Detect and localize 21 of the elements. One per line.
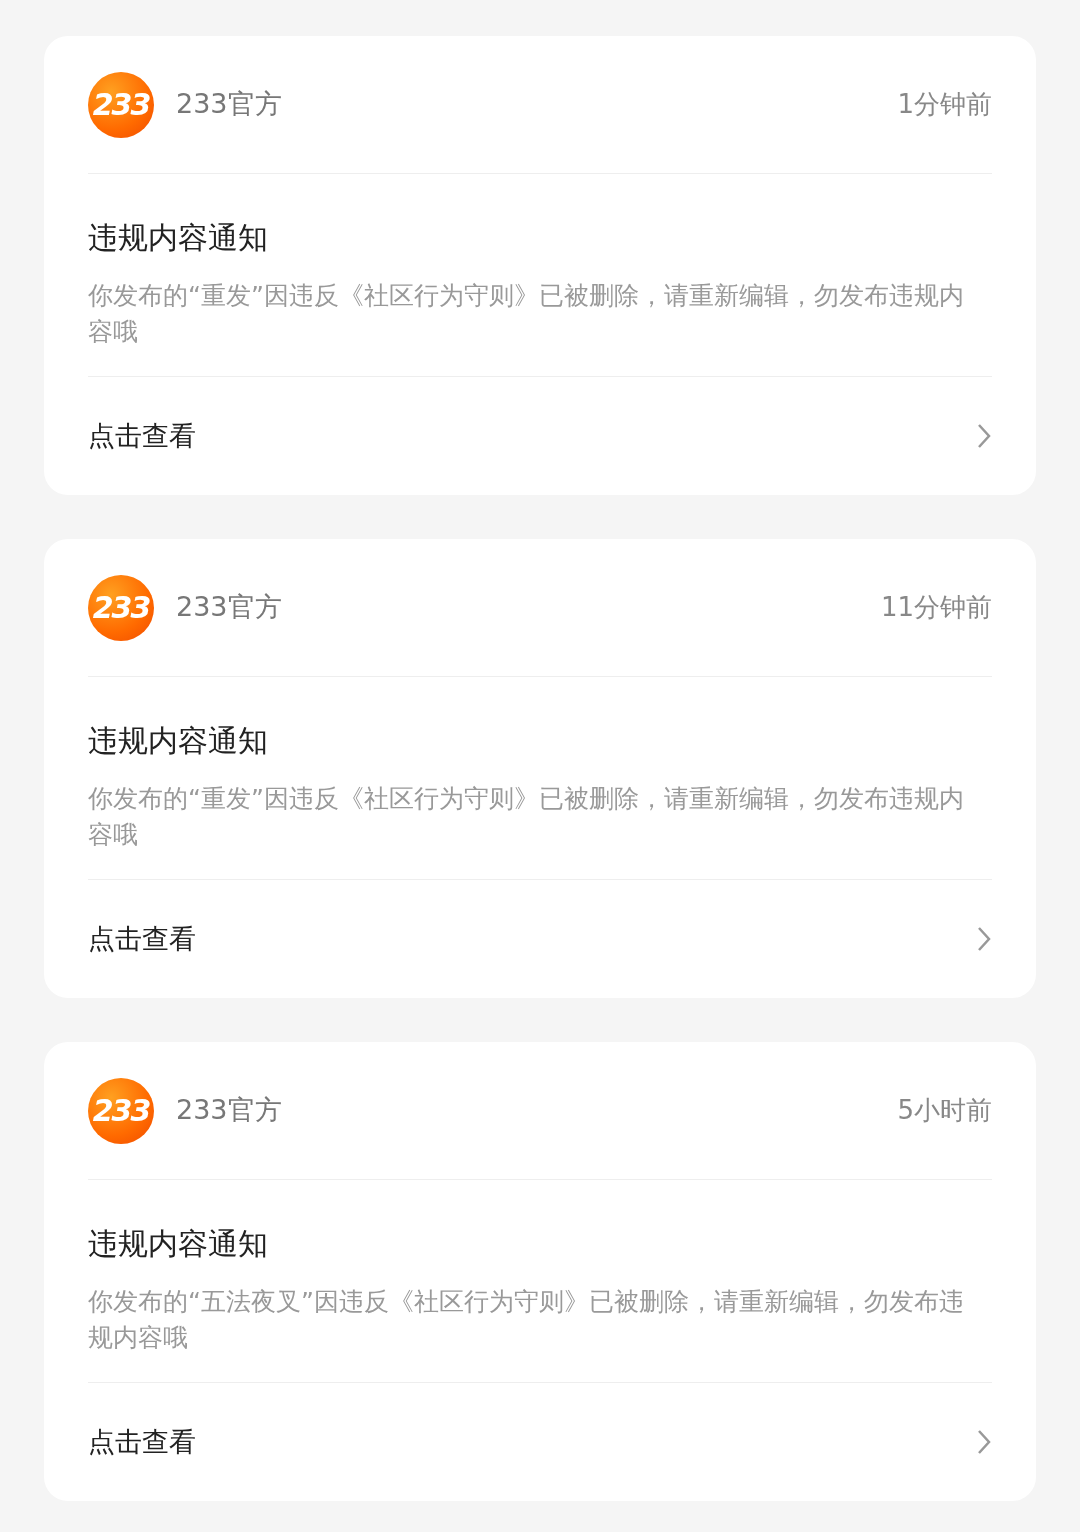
notice-title: 违规内容通知 [88, 1225, 269, 1263]
chevron-right-icon [976, 1429, 992, 1455]
notice-title: 违规内容通知 [88, 219, 269, 257]
notice-body: 你发布的“五法夜叉”因违反《社区行为守则》已被删除，请重新编辑，勿发布违规内容哦 [88, 1286, 965, 1354]
logo-icon: 233 [88, 1077, 154, 1144]
view-link[interactable]: 点击查看 [88, 377, 992, 495]
chevron-right-icon [976, 926, 992, 952]
timestamp: 1分钟前 [897, 88, 992, 121]
notice-title: 违规内容通知 [88, 722, 269, 760]
notice-body: 你发布的“重发”因违反《社区行为守则》已被删除，请重新编辑，勿发布违规内容哦 [88, 280, 965, 348]
sender-name: 233官方 [176, 87, 282, 122]
timestamp: 11分钟前 [880, 591, 992, 624]
chevron-right-icon [976, 423, 992, 449]
logo-icon: 233 [88, 574, 154, 641]
notice-body: 你发布的“重发”因违反《社区行为守则》已被删除，请重新编辑，勿发布违规内容哦 [88, 783, 965, 851]
view-link[interactable]: 点击查看 [88, 1383, 992, 1501]
sender-name: 233官方 [176, 590, 282, 625]
logo-icon: 233 [88, 71, 154, 138]
timestamp: 5小时前 [897, 1094, 992, 1127]
sender-name: 233官方 [176, 1093, 282, 1128]
view-link[interactable]: 点击查看 [88, 880, 992, 998]
